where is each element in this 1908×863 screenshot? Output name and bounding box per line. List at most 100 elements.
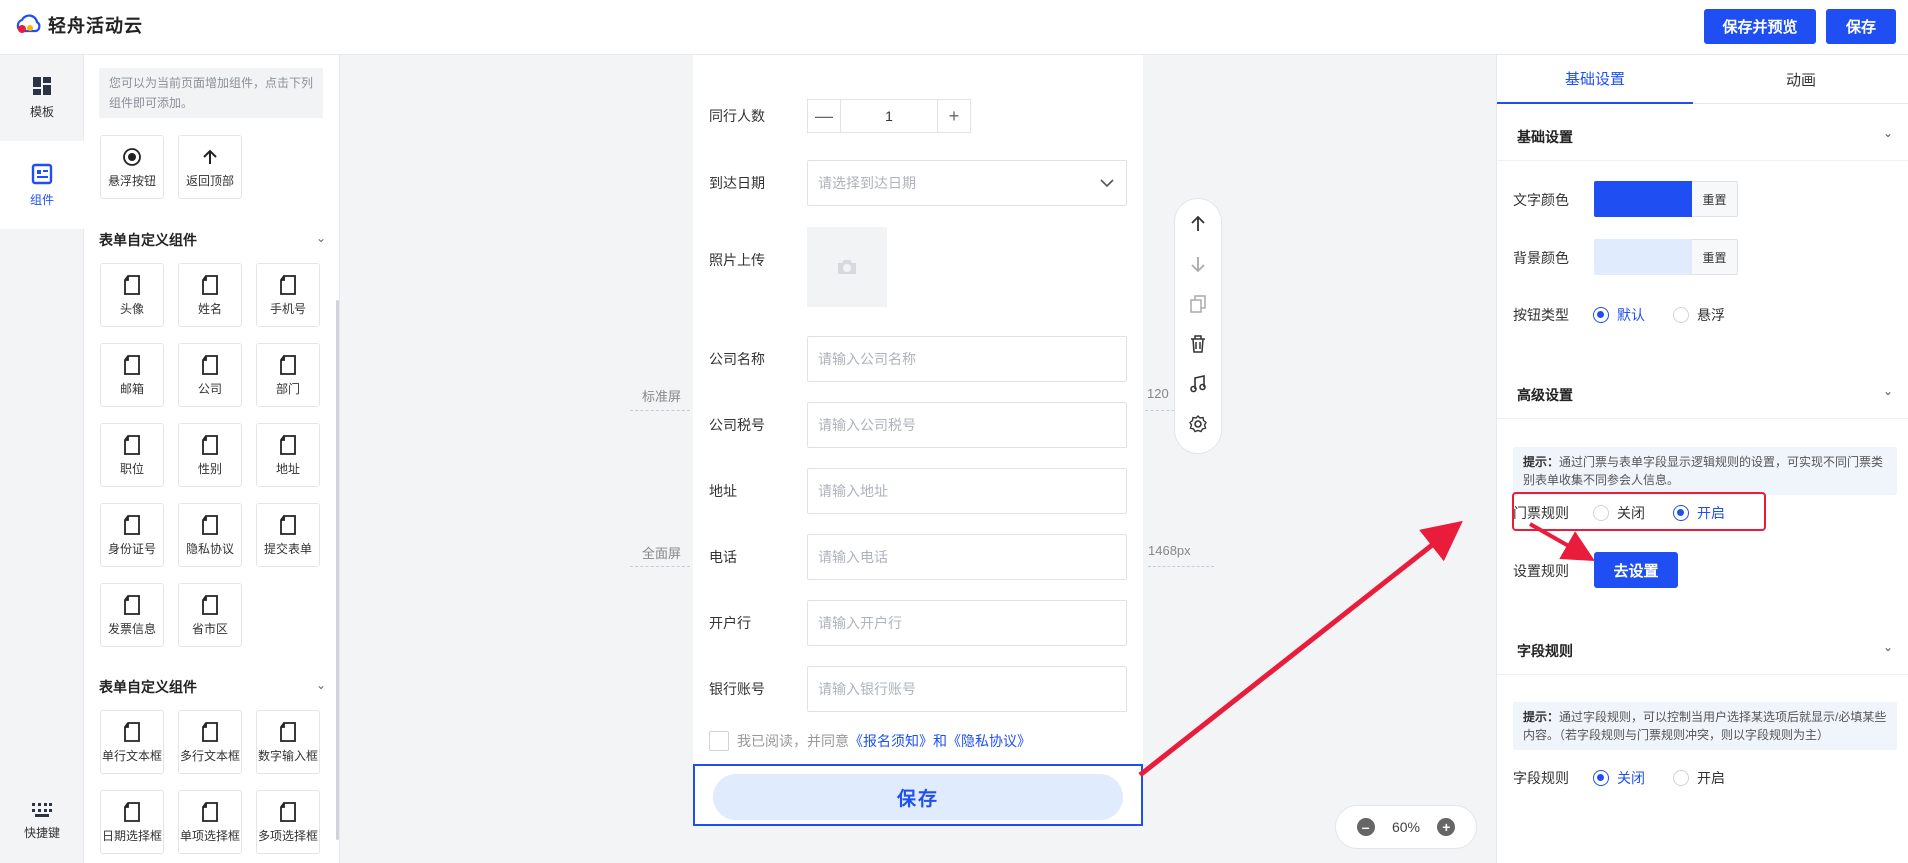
chevron-down-icon[interactable]: ⌄ xyxy=(316,678,326,692)
trash-icon[interactable] xyxy=(1190,333,1206,355)
tab-animation[interactable]: 动画 xyxy=(1693,55,1908,104)
component-tile[interactable]: 公司 xyxy=(178,343,242,407)
component-tile[interactable]: 邮箱 xyxy=(100,343,164,407)
minus-icon[interactable]: — xyxy=(807,99,841,133)
field-label: 开户行 xyxy=(709,615,751,631)
agreement-link[interactable]: 《报名须知》和《隐私协议》 xyxy=(849,731,1031,751)
field-tip: 提示：通过字段规则，可以控制当用户选择某选项后就显示/必填某些内容。（若字段规则… xyxy=(1513,702,1897,750)
radio-on[interactable]: 开启 xyxy=(1673,768,1725,788)
zoom-in-icon[interactable]: + xyxy=(1437,818,1456,836)
text-color-swatch[interactable] xyxy=(1594,181,1692,217)
components-icon xyxy=(31,163,53,184)
tax-input[interactable]: 请输入公司税号 xyxy=(807,402,1127,448)
bg-color-swatch[interactable] xyxy=(1594,239,1692,275)
field-label: 公司名称 xyxy=(709,351,765,367)
component-tile[interactable]: 悬浮按钮 xyxy=(100,135,164,199)
radio-float[interactable]: 悬浮 xyxy=(1673,305,1725,325)
component-tile[interactable]: 省市区 xyxy=(178,583,242,647)
component-tile[interactable]: 单行文本框 xyxy=(100,710,164,774)
component-tile[interactable]: 返回顶部 xyxy=(178,135,242,199)
component-tile[interactable]: 多项选择框 xyxy=(256,790,320,854)
basic-section-header[interactable]: 基础设置 ⌄ xyxy=(1497,111,1908,161)
plus-icon[interactable]: + xyxy=(937,99,971,133)
component-tile[interactable]: 多行文本框 xyxy=(178,710,242,774)
component-tile[interactable]: 职位 xyxy=(100,423,164,487)
rail-shortcuts[interactable]: 快捷键 xyxy=(0,802,84,841)
tip-prefix: 提示： xyxy=(1523,710,1560,724)
field-section-header[interactable]: 字段规则 ⌄ xyxy=(1497,625,1908,675)
form-row-arrival: 到达日期 请选择到达日期 xyxy=(709,160,1129,206)
form-row-companions: 同行人数 — 1 + xyxy=(709,93,1129,139)
zoom-out-icon[interactable]: – xyxy=(1356,818,1375,836)
rail-components[interactable]: 组件 xyxy=(0,141,84,229)
component-tile-label: 部门 xyxy=(275,382,300,396)
document-icon xyxy=(279,354,297,376)
app-logo[interactable]: 轻舟活动云 xyxy=(14,12,143,38)
chevron-down-icon[interactable]: ⌄ xyxy=(316,231,326,245)
library-scrollbar[interactable] xyxy=(336,300,339,840)
phone-input[interactable]: 请输入电话 xyxy=(807,534,1127,580)
account-input[interactable]: 请输入银行账号 xyxy=(807,666,1127,712)
music-icon[interactable] xyxy=(1190,373,1206,395)
move-up-icon[interactable] xyxy=(1190,213,1206,235)
arrival-date-select[interactable]: 请选择到达日期 xyxy=(807,160,1127,206)
component-tile-label: 多项选择框 xyxy=(257,829,318,843)
component-tile[interactable]: 单项选择框 xyxy=(178,790,242,854)
agreement-text: 我已阅读，并同意 xyxy=(737,733,849,749)
radio-dot xyxy=(1673,307,1689,323)
component-tile[interactable]: 日期选择框 xyxy=(100,790,164,854)
component-tile[interactable]: 部门 xyxy=(256,343,320,407)
gear-icon[interactable] xyxy=(1189,413,1207,435)
component-tile[interactable]: 手机号 xyxy=(256,263,320,327)
reset-button[interactable]: 重置 xyxy=(1692,181,1738,217)
tab-basic[interactable]: 基础设置 xyxy=(1497,55,1693,104)
form-row-bank: 开户行 请输入开户行 xyxy=(709,600,1129,646)
document-icon xyxy=(201,354,219,376)
component-tile[interactable]: 性别 xyxy=(178,423,242,487)
arrow-up-icon xyxy=(200,146,220,168)
component-tile-label: 单行文本框 xyxy=(101,749,162,763)
component-tile-label: 发票信息 xyxy=(107,622,156,636)
component-tile[interactable]: 隐私协议 xyxy=(178,503,242,567)
photo-upload[interactable] xyxy=(807,227,887,307)
document-icon xyxy=(201,721,219,743)
advanced-section-header[interactable]: 高级设置 ⌄ xyxy=(1497,369,1908,419)
move-down-icon[interactable] xyxy=(1190,253,1206,275)
go-setting-button[interactable]: 去设置 xyxy=(1594,552,1678,588)
field-rule-radio-group: 关闭 开启 xyxy=(1593,768,1753,788)
component-tile-label: 提交表单 xyxy=(263,542,312,556)
document-icon xyxy=(123,514,141,536)
component-tile[interactable]: 发票信息 xyxy=(100,583,164,647)
component-tile-label: 职位 xyxy=(119,462,144,476)
form-row-phone: 电话 请输入电话 xyxy=(709,534,1129,580)
stepper-value[interactable]: 1 xyxy=(841,99,937,133)
component-tile-label: 数字输入框 xyxy=(257,749,318,763)
reset-button[interactable]: 重置 xyxy=(1692,239,1738,275)
rail-templates[interactable]: 模板 xyxy=(0,75,84,120)
company-input[interactable]: 请输入公司名称 xyxy=(807,336,1127,382)
agreement-checkbox[interactable] xyxy=(709,731,729,751)
guide-line xyxy=(1148,566,1214,567)
selected-component-frame[interactable]: 保存 xyxy=(693,764,1143,826)
radio-label: 关闭 xyxy=(1617,770,1645,786)
companions-stepper[interactable]: — 1 + xyxy=(807,99,971,133)
component-tile-label: 返回顶部 xyxy=(185,174,234,188)
address-input[interactable]: 请输入地址 xyxy=(807,468,1127,514)
bank-input[interactable]: 请输入开户行 xyxy=(807,600,1127,646)
phone-preview: 同行人数 — 1 + 到达日期 请选择到达日期 照片上传 公司名称 请输入公司名… xyxy=(693,55,1143,826)
component-tile[interactable]: 身份证号 xyxy=(100,503,164,567)
component-tile[interactable]: 姓名 xyxy=(178,263,242,327)
form-save-button[interactable]: 保存 xyxy=(713,774,1123,820)
component-tile[interactable]: 地址 xyxy=(256,423,320,487)
zoom-control: – 60% + xyxy=(1335,805,1477,849)
guide-standard-label: 标准屏 xyxy=(642,389,682,404)
save-button[interactable]: 保存 xyxy=(1826,9,1896,44)
radio-default[interactable]: 默认 xyxy=(1593,305,1645,325)
component-tile[interactable]: 头像 xyxy=(100,263,164,327)
radio-off[interactable]: 关闭 xyxy=(1593,768,1645,788)
save-and-preview-button[interactable]: 保存并预览 xyxy=(1704,9,1816,44)
top-bar: 轻舟活动云 保存并预览 保存 xyxy=(0,0,1908,55)
component-tile[interactable]: 数字输入框 xyxy=(256,710,320,774)
copy-icon[interactable] xyxy=(1190,293,1206,315)
component-tile[interactable]: 提交表单 xyxy=(256,503,320,567)
